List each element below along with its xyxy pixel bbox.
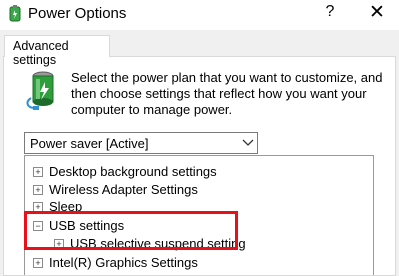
power-plan-select[interactable]: Power saver [Active] xyxy=(24,132,258,154)
power-options-icon xyxy=(9,5,21,22)
expand-icon[interactable]: + xyxy=(33,258,43,268)
expand-icon[interactable]: + xyxy=(33,167,43,177)
chevron-down-icon[interactable] xyxy=(242,136,254,148)
tree-item-label: Desktop background settings xyxy=(49,164,217,179)
battery-icon xyxy=(26,71,54,110)
tree-item-wireless-adapter[interactable]: + Wireless Adapter Settings xyxy=(25,181,355,199)
tree-item-label: Wireless Adapter Settings xyxy=(49,182,198,197)
tree-item-label: Intel(R) Graphics Settings xyxy=(49,255,198,270)
tree-item-desktop-background[interactable]: + Desktop background settings xyxy=(25,163,355,181)
window-title: Power Options xyxy=(28,5,127,22)
help-button[interactable]: ? xyxy=(323,3,337,21)
tree-item-intel-graphics[interactable]: + Intel(R) Graphics Settings xyxy=(25,254,355,272)
close-button[interactable]: ✕ xyxy=(366,1,388,24)
tab-advanced-settings[interactable]: Advanced settings xyxy=(4,35,110,67)
plan-select-value: Power saver [Active] xyxy=(30,136,149,151)
highlight-annotation xyxy=(24,211,238,250)
plan-description: Select the power plan that you want to c… xyxy=(71,70,383,117)
expand-icon[interactable]: + xyxy=(33,185,43,195)
title-bar: Power Options ? ✕ xyxy=(0,0,399,30)
